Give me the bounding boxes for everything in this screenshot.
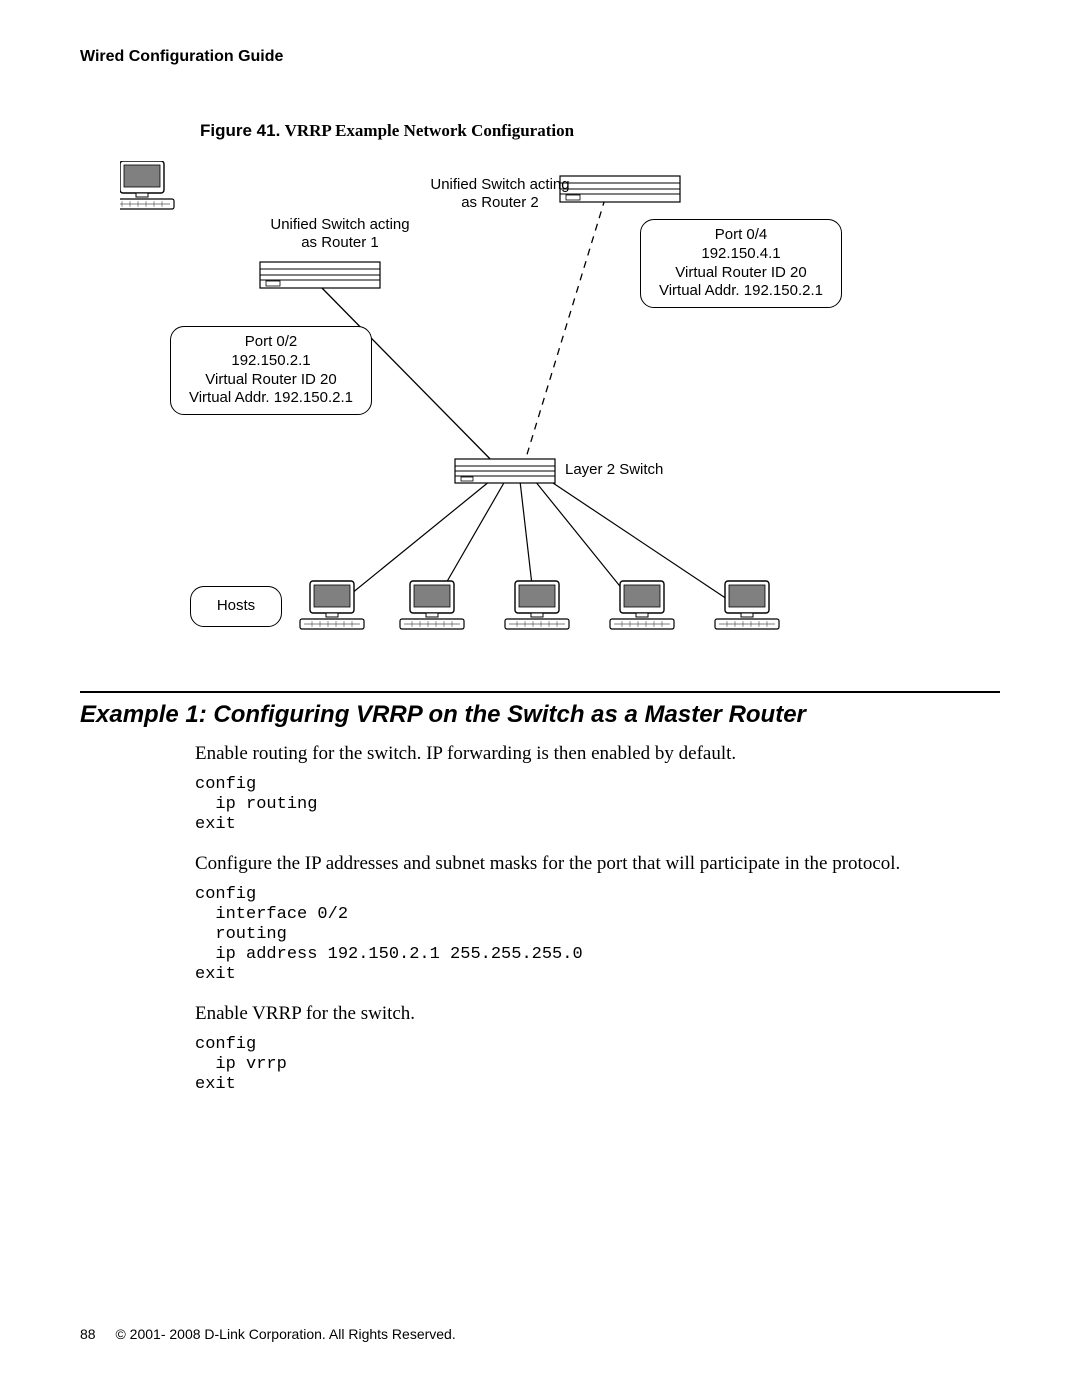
box-right-l3: Virtual Router ID 20 [651,264,831,283]
copyright: © 2001- 2008 D-Link Corporation. All Rig… [115,1326,455,1342]
code-block-2: config interface 0/2 routing ip address … [195,885,1000,985]
page-number: 88 [80,1326,96,1342]
box-right-l4: Virtual Addr. 192.150.2.1 [651,282,831,301]
box-right-l1: Port 0/4 [651,226,831,245]
code-block-3: config ip vrrp exit [195,1035,1000,1095]
section-title: Example 1: Configuring VRRP on the Switc… [80,701,1000,729]
layer2-switch-icon [455,459,555,483]
page-footer: 88 © 2001- 2008 D-Link Corporation. All … [80,1326,456,1342]
figure-title: VRRP Example Network Configuration [285,121,574,140]
page-header: Wired Configuration Guide [80,48,1000,66]
vrrp-diagram: Unified Switch actingas Router 2 Unified… [120,161,960,651]
box-left-l4: Virtual Addr. 192.150.2.1 [181,389,361,408]
section-divider [80,691,1000,693]
box-left-l2: 192.150.2.1 [181,352,361,371]
paragraph-1: Enable routing for the switch. IP forwar… [195,743,1000,765]
body: Enable routing for the switch. IP forwar… [195,743,1000,1096]
box-right-l2: 192.150.4.1 [651,245,831,264]
code-block-1: config ip routing exit [195,775,1000,835]
hosts-box: Hosts [190,586,282,627]
figure-number: Figure 41. [200,121,280,140]
figure-caption: Figure 41. VRRP Example Network Configur… [200,121,1000,141]
router-1-icon [260,262,380,288]
router2-label: Unified Switch actingas Router 2 [420,176,580,212]
page: Wired Configuration Guide Figure 41. VRR… [0,0,1080,1397]
router1-label: Unified Switch actingas Router 1 [260,216,420,252]
paragraph-2: Configure the IP addresses and subnet ma… [195,853,1000,875]
port-0-4-box: Port 0/4 192.150.4.1 Virtual Router ID 2… [640,219,842,308]
paragraph-3: Enable VRRP for the switch. [195,1003,1000,1025]
box-left-l1: Port 0/2 [181,333,361,352]
port-0-2-box: Port 0/2 192.150.2.1 Virtual Router ID 2… [170,326,372,415]
box-left-l3: Virtual Router ID 20 [181,371,361,390]
l2-switch-label: Layer 2 Switch [565,461,663,479]
